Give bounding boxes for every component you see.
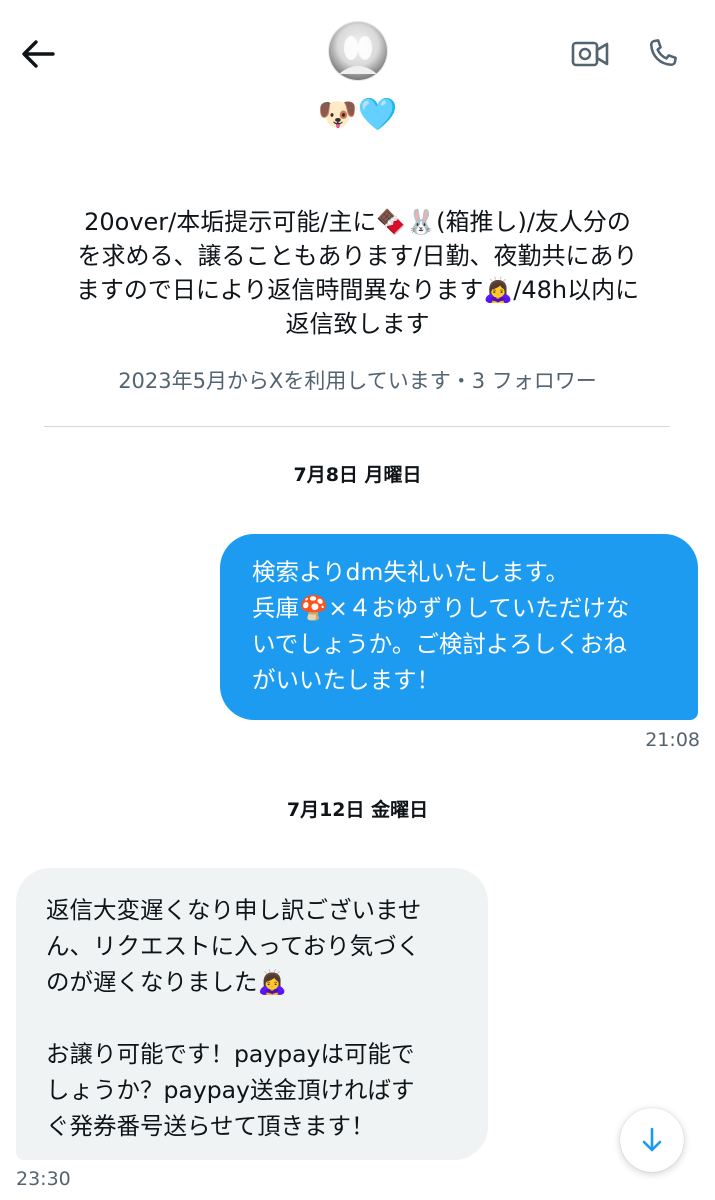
avatar[interactable] — [329, 22, 387, 80]
display-name: 🐶🩵 — [317, 95, 398, 133]
bio-line: 返信致します — [285, 310, 430, 338]
back-arrow-icon — [22, 40, 55, 68]
bio-line: 20over/本垢提示可能/主に🍫🐰(箱推し)/友人分の — [84, 208, 631, 236]
bio-line: ますので日により返信時間異なります🙇‍♀️/48h以内に — [75, 276, 640, 304]
message-line: ん、リクエストに入っており気づく — [46, 932, 421, 960]
sent-message-time: 21:08 — [645, 729, 700, 751]
divider — [44, 426, 670, 427]
avatar-image — [339, 36, 377, 74]
message-line: いでしょうか。ご検討よろしくおね — [252, 630, 627, 658]
message-line: しょうか？paypay送金頂ければす — [46, 1076, 415, 1104]
phone-call-button[interactable] — [638, 30, 686, 78]
bio-line: を求める、譲ることもあります/日勤、夜勤共にあり — [77, 242, 638, 270]
received-message-bubble[interactable]: 返信大変遅くなり申し訳ございませ ん、リクエストに入っており気づく のが遅くなり… — [16, 868, 488, 1160]
message-line: 返信大変遅くなり申し訳ございませ — [46, 896, 422, 924]
message-line: 検索よりdm失礼いたします。 — [252, 558, 569, 586]
sent-message-bubble[interactable]: 検索よりdm失礼いたします。 兵庫🍄×４おゆずりしていただけな いでしょうか。ご… — [220, 534, 698, 720]
message-line: お譲り可能です！paypayは可能で — [46, 1040, 415, 1068]
arrow-down-icon — [642, 1127, 662, 1152]
received-message-time: 23:30 — [16, 1168, 71, 1190]
message-line: ぐ発券番号送らせて頂きます！ — [46, 1112, 375, 1140]
joined-and-followers: 2023年5月からXを利用しています・3 フォロワー — [118, 369, 597, 393]
date-separator: 7月12日 金曜日 — [286, 799, 429, 821]
message-line: のが遅くなりました🙇‍♀️ — [46, 968, 287, 996]
back-button[interactable] — [14, 30, 62, 78]
scroll-to-bottom-button[interactable] — [620, 1108, 684, 1172]
message-line: がいいたします！ — [252, 666, 440, 694]
phone-call-icon — [649, 39, 677, 67]
message-line: 兵庫🍄×４おゆずりしていただけな — [252, 594, 630, 622]
video-call-icon — [571, 41, 609, 67]
video-call-button[interactable] — [566, 30, 614, 78]
date-separator: 7月8日 月曜日 — [293, 464, 422, 486]
profile-bio: 20over/本垢提示可能/主に🍫🐰(箱推し)/友人分の を求める、譲ることもあ… — [50, 205, 665, 341]
